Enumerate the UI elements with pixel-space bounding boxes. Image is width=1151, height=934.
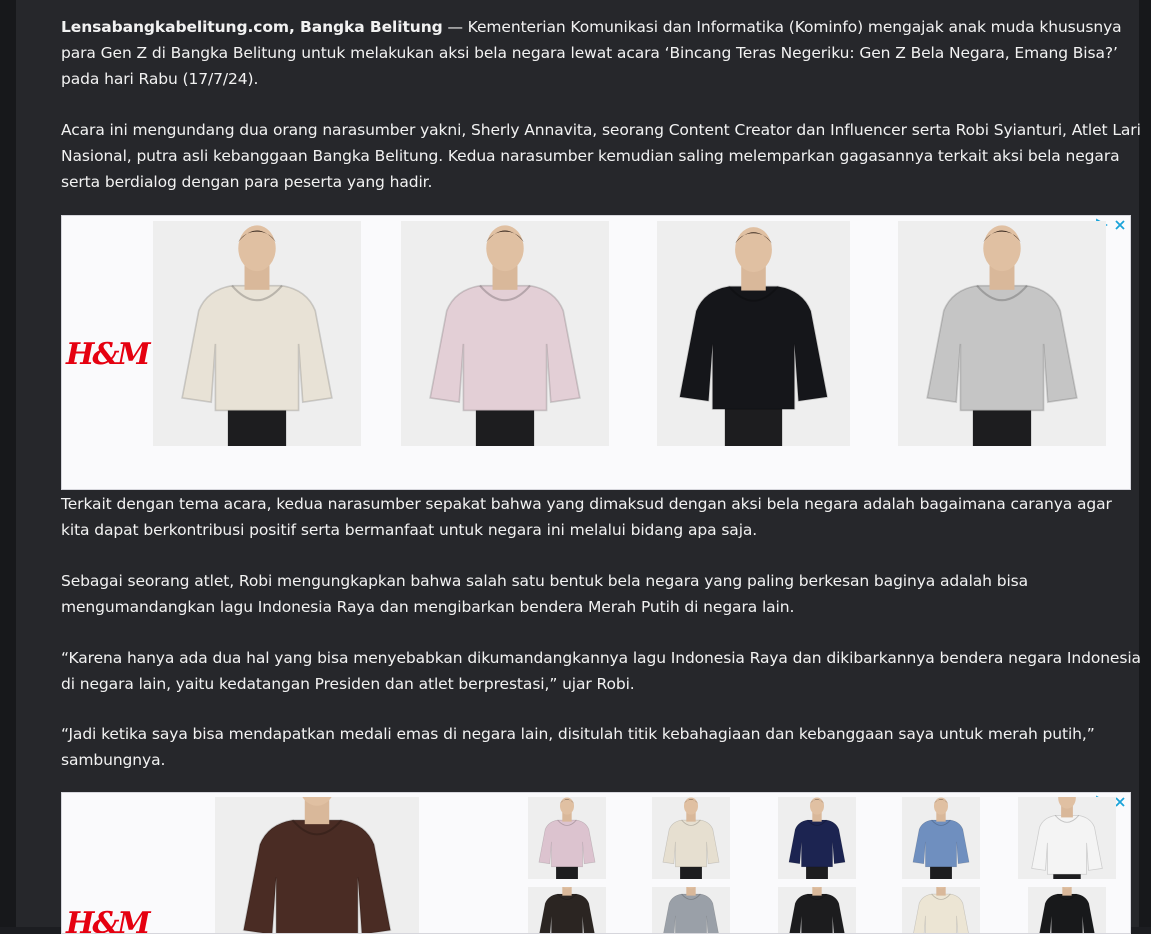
article-page: Lensabangkabelitung.com, Bangka Belitung… — [0, 0, 1151, 934]
article-source: Lensabangkabelitung.com, Bangka Belitung — [61, 18, 443, 36]
left-margin — [0, 0, 16, 927]
hm-logo: H&M — [66, 337, 151, 372]
article-paragraph-1: Lensabangkabelitung.com, Bangka Belitung… — [61, 14, 1141, 92]
article-paragraph-2: Acara ini mengundang dua orang narasumbe… — [61, 121, 1141, 191]
product-image-black-embroidered-hoodie[interactable] — [657, 221, 850, 446]
product-image-cream-hoodie[interactable] — [153, 221, 361, 446]
product-image-grey-hoodie[interactable] — [898, 221, 1106, 446]
hm-ad-banner-2[interactable]: H&M — [61, 792, 1131, 934]
close-ad-icon[interactable] — [1114, 219, 1126, 231]
article-paragraph-6: “Jadi ketika saya bisa mendapatkan medal… — [61, 725, 1095, 769]
product-image-pink-hoodie[interactable] — [401, 221, 609, 446]
product-image-pink-hoodie-thumb[interactable] — [528, 797, 606, 879]
product-image-white-hoodie-thumb[interactable] — [1018, 797, 1116, 879]
article-paragraph-4: Sebagai seorang atlet, Robi mengungkapka… — [61, 572, 1029, 616]
hm-ad-banner-1[interactable]: H&M — [61, 215, 1131, 490]
product-image-navy-hoodie-thumb[interactable] — [778, 797, 856, 879]
hm-logo: H&M — [66, 906, 151, 934]
product-image-cream-hoodie-thumb[interactable] — [652, 797, 730, 879]
article-paragraph-3: Terkait dengan tema acara, kedua narasum… — [61, 495, 1112, 539]
article-paragraph-5: “Karena hanya ada dua hal yang bisa meny… — [61, 649, 1141, 693]
product-image-blue-hoodie-thumb[interactable] — [902, 797, 980, 879]
product-image-brown-hoodie[interactable] — [215, 797, 419, 933]
